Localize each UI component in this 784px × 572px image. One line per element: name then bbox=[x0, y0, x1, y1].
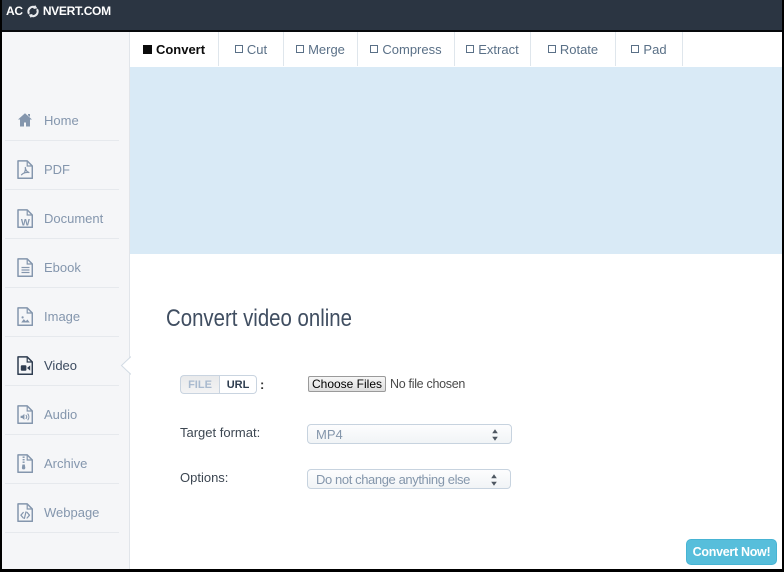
svg-text:W: W bbox=[21, 217, 30, 228]
